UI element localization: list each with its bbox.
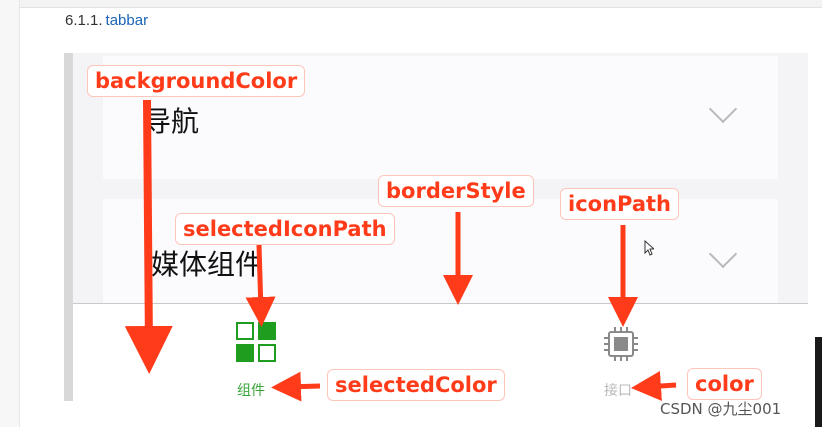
- watermark: CSDN @九尘001: [660, 400, 782, 418]
- annotation-icon-path: iconPath: [560, 188, 680, 220]
- mouse-cursor-icon: [644, 240, 654, 256]
- arrow-background-color: [124, 99, 173, 374]
- arrow-selected-color: [271, 371, 321, 402]
- arrow-color: [631, 371, 677, 401]
- annotation-color: color: [687, 368, 762, 400]
- annotation-selected-color: selectedColor: [327, 369, 505, 401]
- arrow-selected-icon-path: [245, 244, 276, 327]
- annotation-selected-icon-path: selectedIconPath: [175, 213, 395, 245]
- annotation-background-color: backgroundColor: [87, 65, 306, 97]
- right-edge-bar: [815, 337, 822, 427]
- annotation-border-style: borderStyle: [378, 175, 534, 207]
